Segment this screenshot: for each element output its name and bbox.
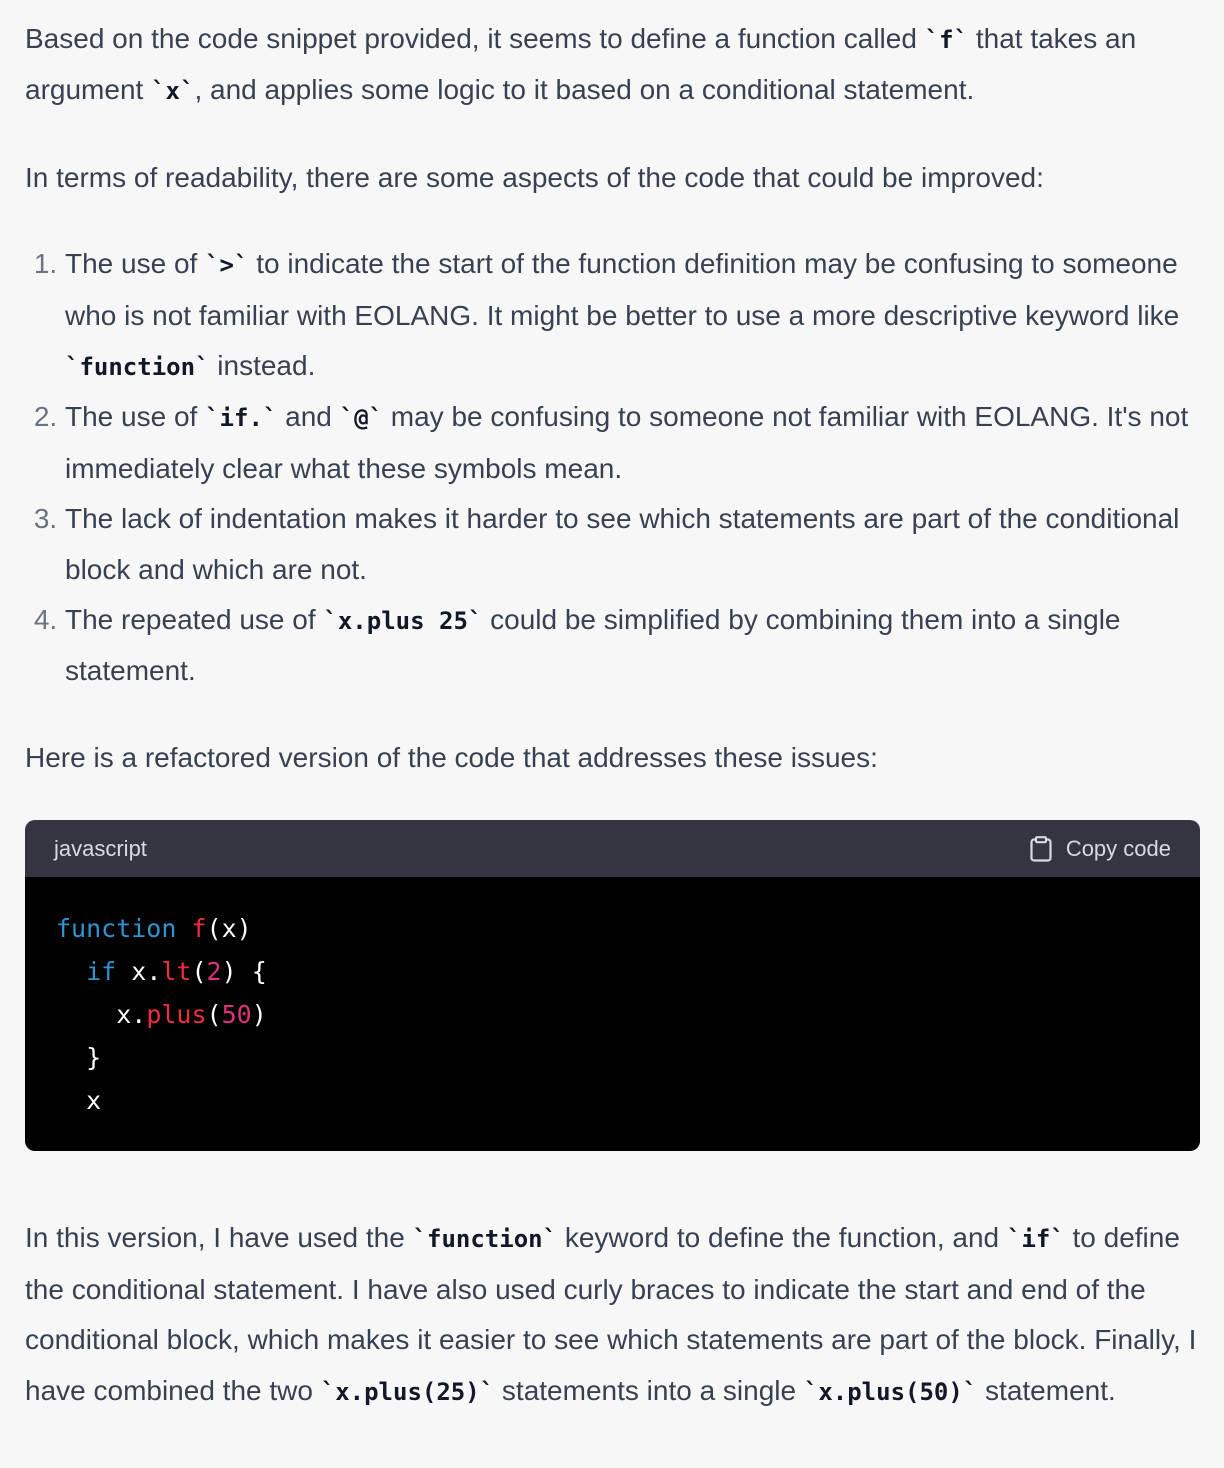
code-line: x bbox=[56, 1086, 102, 1116]
inline-code: `@` bbox=[339, 404, 383, 433]
list-item: The lack of indentation makes it harder … bbox=[65, 494, 1199, 595]
copy-code-button[interactable]: Copy code bbox=[1030, 820, 1171, 877]
chat-response: Based on the code snippet provided, it s… bbox=[0, 0, 1224, 1417]
inline-code: `>` bbox=[205, 251, 249, 280]
code-line: x.plus(50) bbox=[116, 1000, 267, 1030]
readability-paragraph: In terms of readability, there are some … bbox=[25, 161, 1044, 193]
refactor-intro: Here is a refactored version of the code… bbox=[25, 741, 878, 773]
code-line: } bbox=[56, 1043, 102, 1073]
inline-code: `if` bbox=[1006, 1225, 1065, 1254]
inline-code: `x.plus(50)` bbox=[803, 1377, 978, 1406]
list-item: The use of `if.` and `@` may be confusin… bbox=[65, 392, 1199, 494]
inline-code: `x.plus 25` bbox=[323, 607, 483, 636]
inline-code: `function` bbox=[412, 1225, 558, 1254]
code-line: if x.lt(2) { bbox=[86, 957, 267, 987]
inline-code: `if.` bbox=[205, 404, 278, 433]
code-body: function f(x) if x.lt(2) { x.plus(50) } … bbox=[25, 877, 1200, 1152]
code-block: javascript Copy code function f(x) if x.… bbox=[25, 820, 1200, 1152]
inline-code: `x` bbox=[151, 77, 195, 106]
issues-list: The use of `>` to indicate the start of … bbox=[25, 239, 1199, 697]
inline-code: `function` bbox=[65, 353, 210, 382]
code-language-label: javascript bbox=[54, 836, 147, 862]
inline-code: `x.plus(25)` bbox=[320, 1377, 495, 1406]
conclusion-paragraph: In this version, I have used the `functi… bbox=[25, 1222, 1197, 1406]
copy-code-label: Copy code bbox=[1065, 836, 1171, 862]
list-item: The repeated use of `x.plus 25` could be… bbox=[65, 595, 1199, 697]
code-header: javascript Copy code bbox=[25, 820, 1200, 878]
code-line: function f(x) bbox=[56, 914, 252, 944]
clipboard-icon bbox=[1030, 835, 1052, 862]
list-item: The use of `>` to indicate the start of … bbox=[65, 239, 1199, 392]
inline-code: `f` bbox=[924, 26, 969, 54]
intro-paragraph: Based on the code snippet provided, it s… bbox=[25, 23, 1137, 106]
